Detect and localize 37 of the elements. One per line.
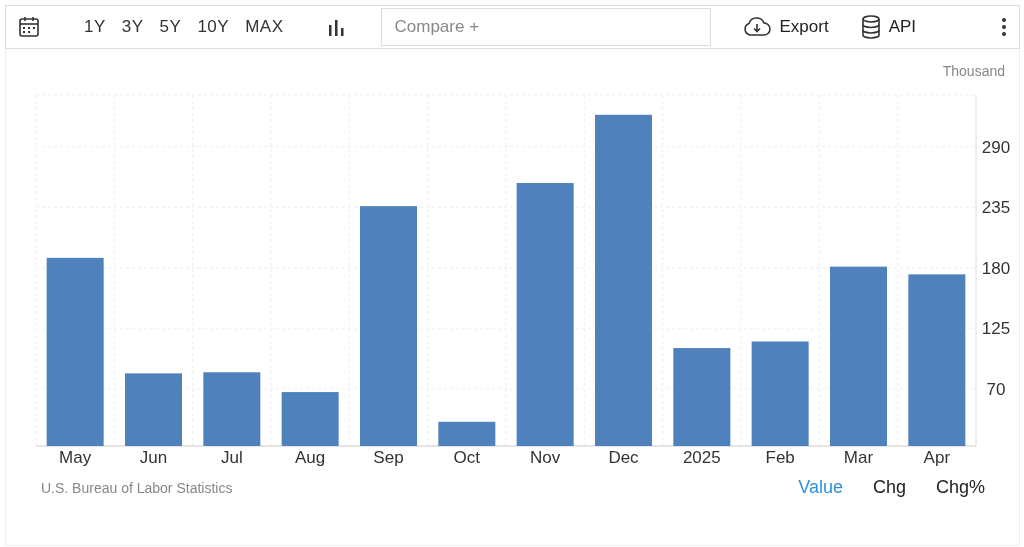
range-button[interactable]: 5Y xyxy=(153,15,188,39)
view-toggle[interactable]: Chg xyxy=(872,477,906,498)
axis-label: 2025 xyxy=(682,447,721,469)
bar xyxy=(438,421,496,446)
range-button[interactable]: MAX xyxy=(239,15,290,39)
more-icon[interactable] xyxy=(1001,17,1007,37)
range-button[interactable]: 1Y xyxy=(78,15,112,39)
axis-label: Sep xyxy=(373,447,404,469)
axis-label: 125 xyxy=(981,319,1011,339)
axis-label: Aug xyxy=(295,447,326,469)
axis-label: 180 xyxy=(981,258,1011,278)
axis-label: Jun xyxy=(139,447,168,469)
axis-label: 290 xyxy=(981,137,1011,157)
cloud-download-icon xyxy=(743,17,772,37)
axis-label: 235 xyxy=(981,198,1011,218)
bar xyxy=(281,392,339,446)
api-button[interactable]: API xyxy=(856,13,921,41)
compare-field[interactable]: Compare + xyxy=(381,8,712,46)
axis-label: Jul xyxy=(220,447,243,469)
export-button[interactable]: Export xyxy=(739,15,833,39)
view-toggle[interactable]: Chg% xyxy=(935,477,985,498)
axis-label: Nov xyxy=(530,447,561,469)
source-text: U.S. Bureau of Labor Statistics xyxy=(41,479,233,496)
axis-label: May xyxy=(59,447,92,469)
axis-label: Mar xyxy=(843,447,874,469)
calendar-icon[interactable] xyxy=(18,16,40,38)
axis-label: 70 xyxy=(986,379,1006,399)
view-toggle[interactable]: Value xyxy=(798,477,843,498)
range-button[interactable]: 3Y xyxy=(115,15,150,39)
axis-label: Oct xyxy=(453,447,481,469)
axis-label: Dec xyxy=(608,447,639,469)
unit-label: Thousand xyxy=(942,63,1005,81)
range-button[interactable]: 10Y xyxy=(191,15,236,39)
axis-label: Apr xyxy=(923,447,951,469)
bar-chart-icon[interactable] xyxy=(327,18,346,36)
axis-label: Feb xyxy=(765,447,795,469)
database-icon xyxy=(860,15,881,39)
